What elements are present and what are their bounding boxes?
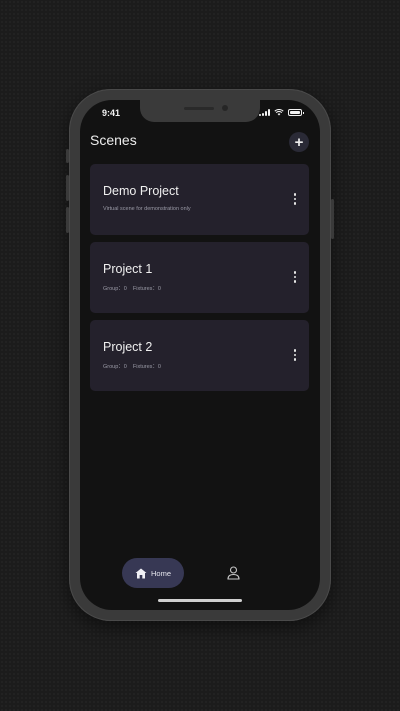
scene-card-project-1[interactable]: Project 1 Group：0 Fixtures：0 (90, 242, 309, 313)
page-title: Scenes (90, 132, 137, 148)
add-scene-button[interactable]: + (289, 132, 309, 152)
tab-profile[interactable] (224, 564, 242, 582)
scene-fixtures-count: Fixtures：0 (132, 286, 161, 292)
phone-volume-down (66, 207, 69, 233)
scene-card-demo-project[interactable]: Demo Project Virtual scene for demonstra… (90, 164, 309, 235)
scene-list: Demo Project Virtual scene for demonstra… (90, 164, 309, 398)
cellular-signal-icon (259, 109, 270, 116)
phone-frame: 9:41 Scenes + Demo Project Virtual scene… (66, 89, 334, 621)
scene-group-count: Group：0 (103, 364, 127, 370)
scene-title: Project 1 (103, 262, 153, 276)
scene-title: Project 2 (103, 340, 153, 354)
tab-home[interactable]: Home (122, 558, 184, 588)
scene-meta: Group：0 Fixtures：0 (103, 362, 161, 370)
app-screen: 9:41 Scenes + Demo Project Virtual scene… (80, 100, 320, 610)
wifi-icon (274, 109, 284, 116)
scene-card-project-2[interactable]: Project 2 Group：0 Fixtures：0 (90, 320, 309, 391)
home-icon (135, 568, 147, 578)
front-camera (222, 105, 228, 111)
phone-power-button (331, 199, 334, 239)
plus-icon: + (294, 133, 304, 151)
speaker-grille (184, 107, 214, 110)
scene-meta: Group：0 Fixtures：0 (103, 284, 161, 292)
phone-mute-switch (66, 149, 69, 163)
scene-description: Virtual scene for demonstration only (103, 206, 191, 212)
battery-icon (288, 109, 304, 116)
phone-volume-up (66, 175, 69, 201)
more-vertical-icon[interactable] (291, 271, 299, 283)
tab-home-label: Home (150, 568, 171, 578)
scene-fixtures-count: Fixtures：0 (132, 364, 161, 370)
notch (140, 100, 260, 122)
user-icon (226, 566, 240, 580)
more-vertical-icon[interactable] (291, 193, 299, 205)
scene-subtitle: Virtual scene for demonstration only (103, 206, 191, 212)
more-vertical-icon[interactable] (291, 349, 299, 361)
home-indicator (158, 599, 242, 602)
tab-bar: Home (80, 550, 320, 610)
scene-title: Demo Project (103, 184, 179, 198)
scene-group-count: Group：0 (103, 286, 127, 292)
status-icons (259, 109, 304, 116)
status-time: 9:41 (102, 108, 121, 118)
